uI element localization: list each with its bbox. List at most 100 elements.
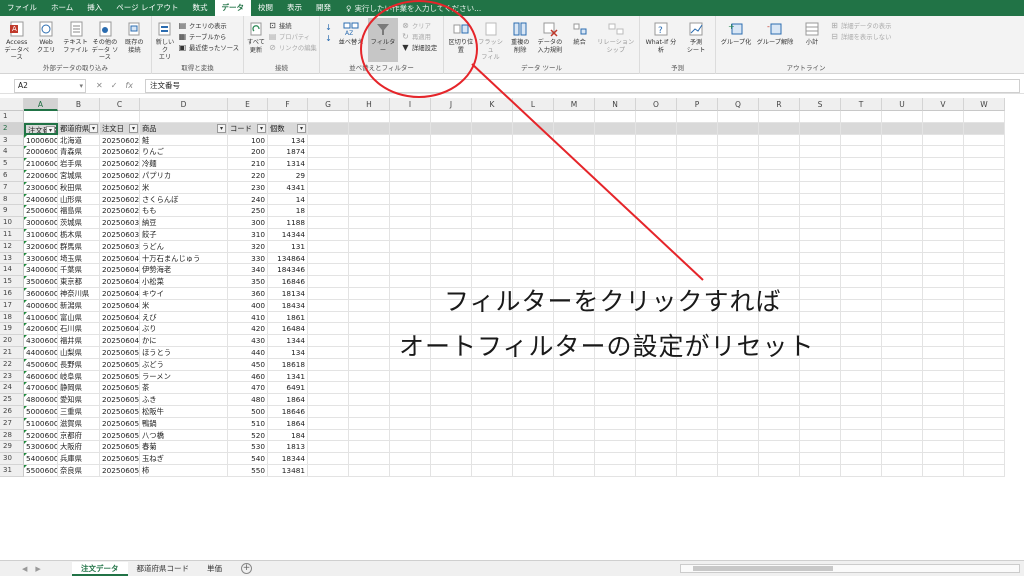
cell[interactable]: 20250605 [100, 441, 140, 454]
cell[interactable]: 16484 [268, 323, 308, 336]
cell[interactable] [636, 240, 677, 253]
row-header[interactable]: 16 [0, 288, 24, 300]
cell[interactable] [841, 288, 882, 300]
cell[interactable]: 20250604 [100, 335, 140, 347]
cell[interactable] [759, 264, 800, 277]
cell[interactable] [800, 394, 841, 406]
cell[interactable] [841, 382, 882, 395]
cell[interactable] [140, 111, 228, 123]
cell[interactable] [390, 240, 431, 253]
cell[interactable] [431, 417, 472, 430]
cell[interactable] [431, 264, 472, 277]
cell[interactable] [841, 323, 882, 336]
cell[interactable] [718, 252, 759, 265]
cell[interactable] [759, 134, 800, 147]
cell[interactable] [636, 453, 677, 465]
cell[interactable]: 20250605 [100, 417, 140, 430]
cell[interactable] [718, 441, 759, 454]
cell[interactable] [841, 170, 882, 182]
add-sheet-icon[interactable]: + [241, 563, 252, 574]
cell[interactable]: 伊勢海老 [140, 264, 228, 277]
column-header[interactable]: S [800, 98, 841, 111]
cell[interactable] [923, 111, 964, 123]
cell[interactable]: コード ▾ [228, 122, 268, 135]
cell[interactable] [554, 170, 595, 182]
cell[interactable] [472, 264, 513, 277]
cell[interactable] [759, 205, 800, 218]
cell[interactable] [431, 406, 472, 418]
cell[interactable] [554, 111, 595, 123]
cell[interactable] [636, 205, 677, 218]
cell[interactable] [636, 229, 677, 241]
cell[interactable]: 20250602 [100, 134, 140, 147]
cell[interactable] [964, 417, 1005, 430]
cell[interactable] [964, 311, 1005, 324]
cell[interactable] [677, 465, 718, 477]
next-sheet-icon[interactable]: ▶ [35, 565, 40, 573]
cell[interactable] [841, 465, 882, 477]
cell[interactable]: 20250605 [100, 382, 140, 395]
cell[interactable] [800, 311, 841, 324]
cell[interactable] [964, 358, 1005, 371]
row-header[interactable]: 31 [0, 465, 24, 477]
row-header[interactable]: 21 [0, 347, 24, 359]
cell[interactable] [100, 111, 140, 123]
cell[interactable] [882, 146, 923, 159]
cell[interactable] [349, 205, 390, 218]
cell[interactable]: 20250602 [100, 205, 140, 218]
horizontal-scrollbar[interactable] [680, 564, 1020, 573]
cell[interactable] [882, 465, 923, 477]
menu-tab[interactable]: ホーム [44, 0, 80, 16]
cell[interactable] [964, 323, 1005, 336]
cell[interactable] [923, 370, 964, 383]
cell[interactable] [308, 217, 349, 229]
cell[interactable] [431, 453, 472, 465]
cell[interactable] [595, 453, 636, 465]
cell[interactable]: 滋賀県 [58, 417, 100, 430]
cell[interactable]: 131 [268, 240, 308, 253]
cell[interactable] [390, 370, 431, 383]
cell[interactable] [841, 134, 882, 147]
select-all-corner[interactable] [0, 98, 24, 111]
row-header[interactable]: 5 [0, 158, 24, 170]
cell[interactable] [841, 406, 882, 418]
cell[interactable]: 兵庫県 [58, 453, 100, 465]
relationships-button[interactable]: リレーションシップ [595, 18, 636, 54]
cell[interactable] [882, 134, 923, 147]
cell[interactable] [841, 335, 882, 347]
cell[interactable] [800, 465, 841, 477]
cell[interactable] [554, 406, 595, 418]
cell[interactable] [390, 134, 431, 147]
cell[interactable] [964, 335, 1005, 347]
cell[interactable] [636, 252, 677, 265]
row-header[interactable]: 12 [0, 240, 24, 253]
cell[interactable]: 55006001 [24, 465, 58, 477]
cell[interactable] [554, 193, 595, 206]
cell[interactable] [964, 217, 1005, 229]
cell[interactable]: 18134 [268, 288, 308, 300]
cell[interactable]: 48006001 [24, 394, 58, 406]
cell[interactable]: ぶり [140, 323, 228, 336]
column-header[interactable]: V [923, 98, 964, 111]
cell[interactable] [349, 217, 390, 229]
cell[interactable] [759, 417, 800, 430]
cell[interactable] [718, 453, 759, 465]
cell[interactable] [882, 276, 923, 288]
cell[interactable] [636, 193, 677, 206]
cell[interactable] [923, 170, 964, 182]
cell[interactable] [554, 417, 595, 430]
cell[interactable]: 東京都 [58, 276, 100, 288]
cell[interactable] [390, 453, 431, 465]
cell[interactable] [882, 158, 923, 170]
cell[interactable] [923, 134, 964, 147]
cell[interactable]: 1188 [268, 217, 308, 229]
cell[interactable] [923, 299, 964, 312]
cell[interactable] [390, 465, 431, 477]
cell[interactable] [595, 382, 636, 395]
cell[interactable] [841, 276, 882, 288]
cell[interactable] [759, 252, 800, 265]
cell[interactable]: 520 [228, 429, 268, 442]
cell[interactable] [964, 205, 1005, 218]
cell[interactable]: 1874 [268, 146, 308, 159]
cell[interactable] [964, 264, 1005, 277]
